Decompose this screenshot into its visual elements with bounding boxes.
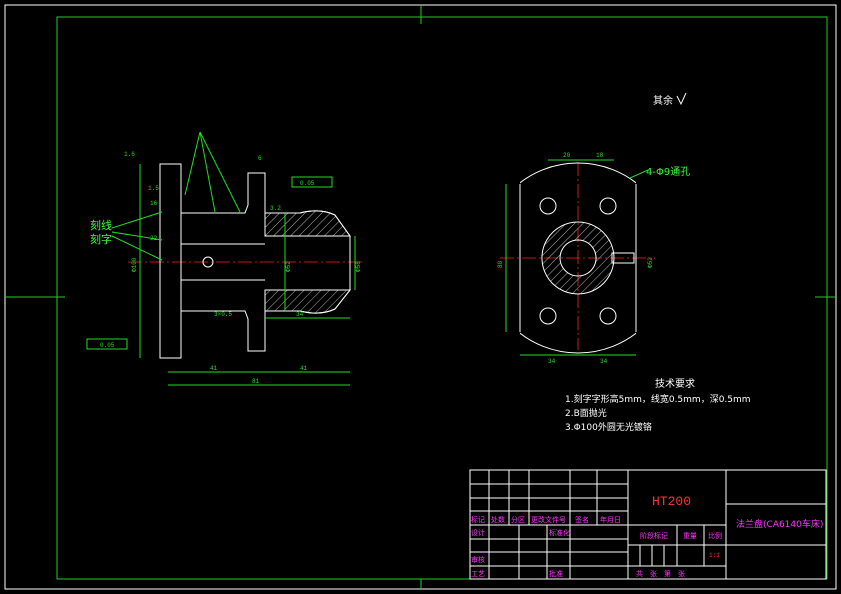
tech-req-item-3: 3.Φ100外圆无光镀铬: [565, 421, 652, 433]
dim-text-20: 20: [563, 152, 571, 159]
tb-scale-value: 1:1: [709, 552, 720, 559]
surface-roughness-note: 其余: [653, 92, 687, 107]
tolerance-value-bottom: 0.05: [100, 342, 115, 349]
bolt-hole-1: [539, 197, 557, 215]
outer-frame: [4, 4, 837, 590]
tb-sheet-count: 共 张 第 张: [636, 569, 685, 578]
bolt-hole-4: [599, 307, 617, 325]
tech-req-item-2: 2.B面抛光: [565, 407, 607, 419]
tb-label-zone: 分区: [511, 515, 525, 524]
part-name-text: 法兰盘(CA6140车床): [736, 518, 823, 530]
title-block: HT200 法兰盘(CA6140车床) 标记 处数 分区 更改文件号 签名 年月…: [469, 469, 827, 580]
tech-req-item-1: 1.刻字字形高5mm，线宽0.5mm，深0.5mm: [565, 393, 751, 405]
tb-label-weight: 重量: [683, 532, 697, 540]
callout-engrave-text: 刻字: [90, 232, 112, 246]
technical-requirements: 技术要求 1.刻字字形高5mm，线宽0.5mm，深0.5mm 2.B面抛光 3.…: [565, 377, 751, 433]
dim-text-34: 34: [296, 311, 304, 318]
tolerance-value-top: 0.05: [300, 180, 315, 187]
dim-text-3-2: 3.2: [270, 205, 281, 212]
leader-line-4: [184, 131, 201, 196]
tb-label-approve: 批准: [549, 569, 563, 578]
dim-text-16: 16: [150, 200, 158, 207]
dim-text-34-right: 34: [600, 358, 608, 365]
dim-text-1-5: 1.5: [148, 185, 159, 192]
tb-label-review: 审核: [471, 555, 485, 564]
surface-note-text: 其余: [653, 94, 673, 107]
tb-label-standardize: 标准化: [549, 528, 570, 537]
dim-text-1-6: 1.6: [124, 151, 135, 158]
dim-text-41b: 41: [300, 365, 308, 372]
tb-label-count: 处数: [491, 515, 505, 524]
leader-line-5: [199, 131, 216, 213]
dim-text-41a: 41: [210, 365, 218, 372]
dim-text-dia52: Φ52: [285, 261, 292, 272]
drawing-border: [56, 16, 828, 580]
tb-label-mark: 标记: [471, 515, 485, 524]
hatch-area-top: [264, 210, 351, 237]
tb-label-design: 设计: [471, 528, 485, 537]
dim-text-6: 6: [258, 155, 262, 162]
end-view: 20 18 34 34 80 Φ52 4-Φ9通孔: [497, 152, 690, 365]
hatch-area-bottom: [264, 289, 352, 314]
tech-req-title: 技术要求: [655, 377, 695, 390]
leader-line-1: [111, 211, 163, 229]
roughness-symbol-icon: [676, 92, 687, 106]
tb-label-date: 年月日: [600, 515, 621, 524]
tb-label-scale: 比例: [708, 531, 722, 540]
dim-text-22: 22: [150, 235, 158, 242]
dim-text-34-left: 34: [548, 358, 556, 365]
drawing-sheet: 其余 0.05 0.05 41 41 81 34 3×0.5 1.5 22 16…: [4, 4, 837, 590]
callout-engrave-line: 刻线: [90, 218, 112, 232]
tb-label-signature: 签名: [575, 515, 589, 524]
dim-text-dia58: Φ58: [355, 261, 362, 272]
dim-text-groove: 3×0.5: [214, 311, 232, 318]
tb-label-change-doc: 更改文件号: [531, 515, 566, 524]
material-text: HT200: [652, 494, 691, 509]
flange-outline: [159, 163, 182, 359]
dim-text-dia100: Φ100: [131, 257, 138, 272]
tb-label-process: 工艺: [471, 570, 485, 578]
dim-text-dia52-end: Φ52: [647, 257, 654, 268]
dim-text-18: 18: [596, 152, 604, 159]
bolt-hole-3: [539, 307, 557, 325]
leader-line-6: [199, 131, 241, 213]
callout-through-holes: 4-Φ9通孔: [646, 166, 690, 178]
dim-text-81: 81: [252, 378, 260, 385]
bolt-hole-2: [599, 197, 617, 215]
tb-label-stage-mark: 阶段标记: [640, 531, 668, 540]
dim-text-80: 80: [497, 260, 504, 268]
section-view: 0.05 0.05 41 41 81 34 3×0.5 1.5 22 16 1.…: [86, 131, 362, 386]
